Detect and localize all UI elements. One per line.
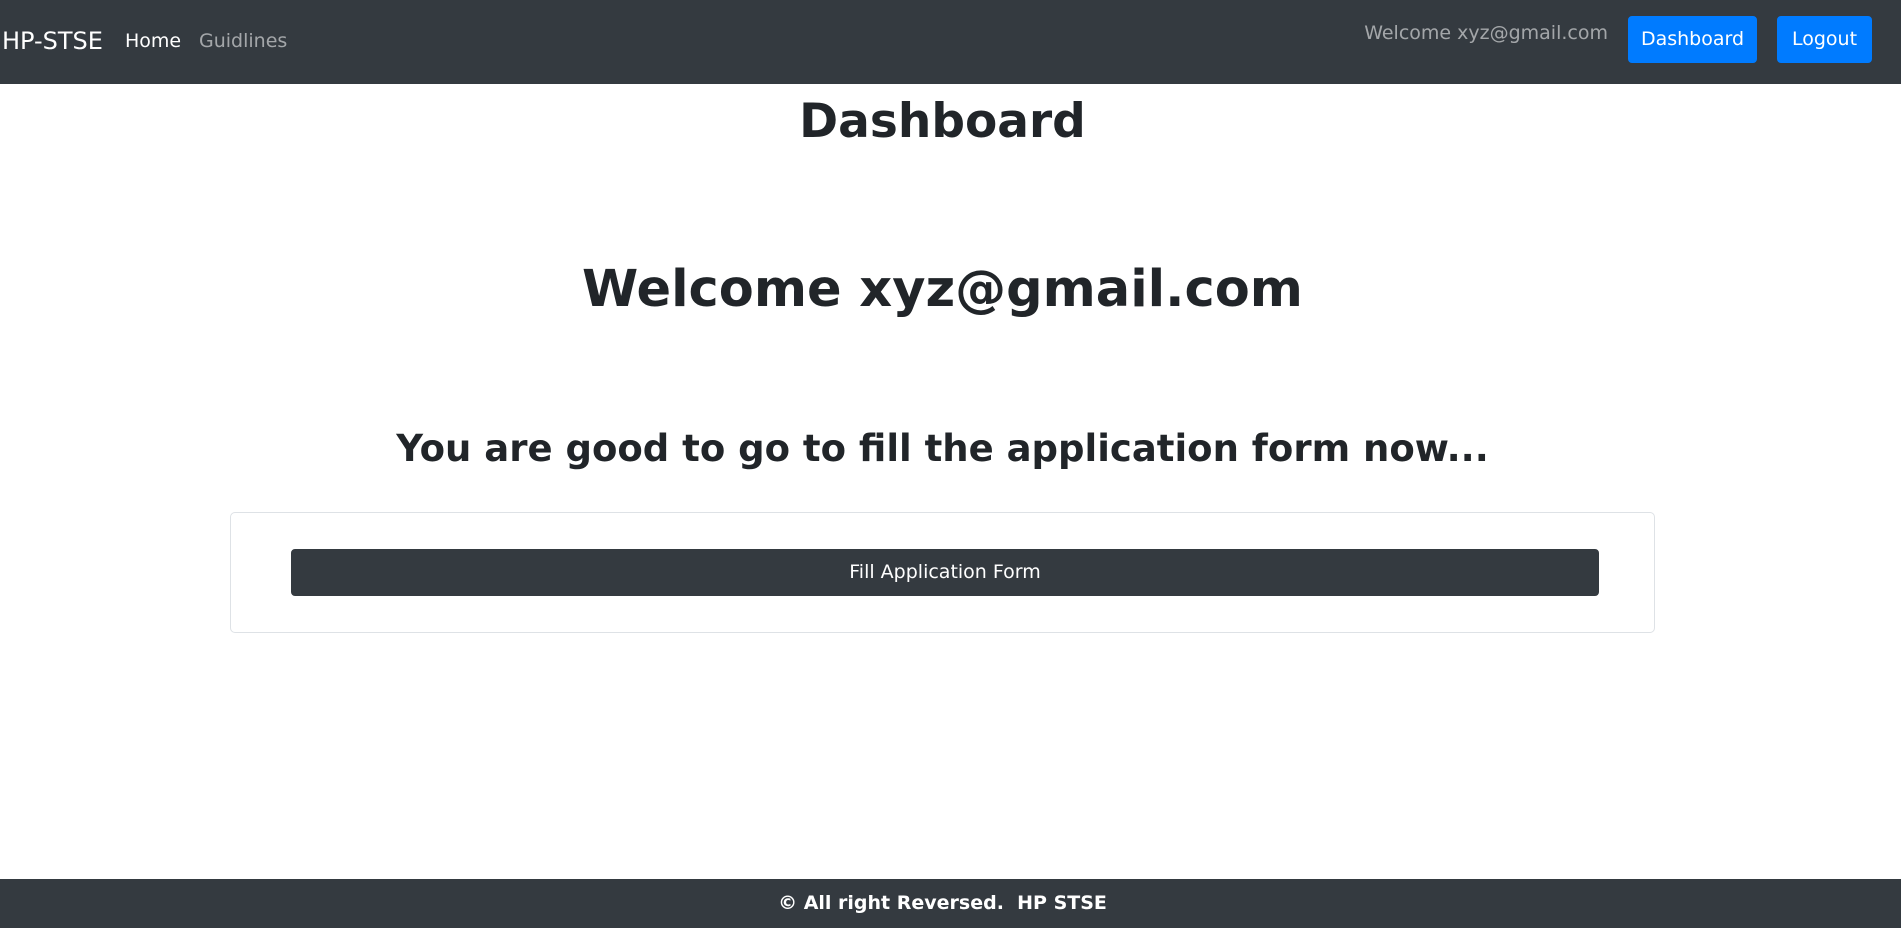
nav-link-guidelines[interactable]: Guidlines [199,28,287,54]
welcome-heading: Welcome xyz@gmail.com [582,260,1303,319]
footer-copyright: © All right Reversed. HP STSE [778,892,1107,914]
application-card: Fill Application Form [230,512,1655,633]
brand-link[interactable]: HP-STSE [2,24,103,58]
nav-link-home[interactable]: Home [125,28,181,54]
footer: © All right Reversed. HP STSE [0,879,1901,928]
logout-button[interactable]: Logout [1777,16,1872,63]
fill-application-form-button[interactable]: Fill Application Form [291,549,1599,596]
top-navbar: HP-STSE Home Guidlines Welcome xyz@gmail… [0,0,1901,84]
status-message: You are good to go to fill the applicati… [396,427,1489,470]
page-title: Dashboard [799,94,1086,149]
navbar-welcome-text: Welcome xyz@gmail.com [1364,22,1608,44]
dashboard-button[interactable]: Dashboard [1628,16,1757,63]
